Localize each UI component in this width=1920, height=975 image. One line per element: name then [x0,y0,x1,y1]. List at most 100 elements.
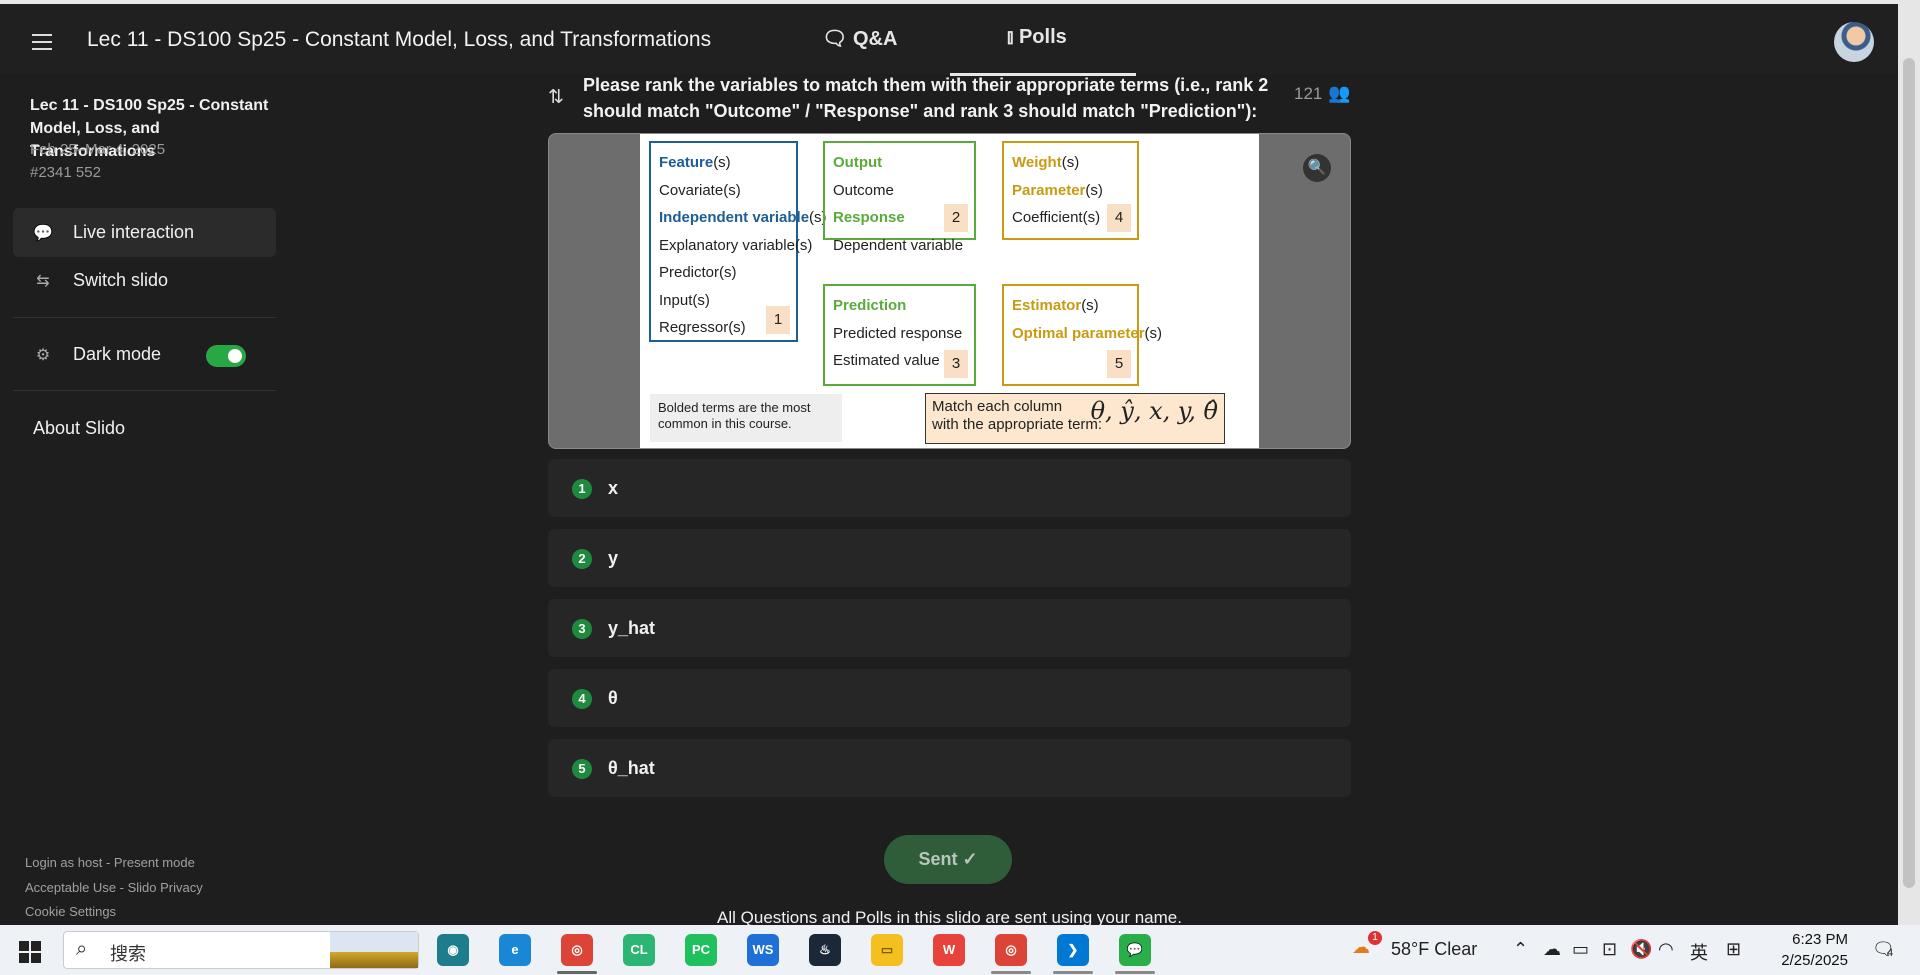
windows-start-icon[interactable] [19,941,41,963]
chat-icon: 🗨 [822,28,853,50]
term-line: Estimator(s) [1012,297,1099,314]
participants-icon: 👥 [1328,83,1351,103]
match-note: Match each column with the appropriate t… [925,393,1225,444]
event-code: #2341 552 [30,164,101,181]
sidebar-item-label: Live interaction [73,222,195,242]
weather-icon[interactable]: ☁ [1352,937,1370,958]
rank-number: 1 [766,306,790,334]
chevron-up-icon[interactable]: ⌃ [1513,939,1528,960]
zoom-icon[interactable]: 🔍 [1303,154,1331,182]
running-app-indicator [1053,971,1093,974]
term-line: Output [833,154,883,171]
sidebar-item-live-interaction[interactable]: 💬 Live interaction [13,208,276,257]
pycharm-icon[interactable]: PC [685,934,717,966]
option-label: θ [608,688,618,708]
running-app-indicator [991,971,1031,974]
poll-question: Please rank the variables to match them … [583,75,1269,121]
rank-number: 4 [1107,204,1131,232]
sidebar-item-label: Switch slido [73,270,169,290]
option-label: x [608,478,619,498]
tab-polls[interactable]: ⫾ Polls [1007,26,1067,49]
login-host-link[interactable]: Login as host - Present mode [25,855,195,870]
onedrive-icon[interactable]: ☁ [1543,939,1561,960]
taskbar-search[interactable]: ⌕ 搜索 [63,931,419,969]
rank-option[interactable]: 4 θ [548,669,1351,727]
clock-time: 6:23 PM [1792,931,1848,948]
search-highlight-image [330,932,418,968]
slide-image: Feature(s) Covariate(s) Independent variab… [640,134,1259,448]
rank-option[interactable]: 5 θ_hat [548,739,1351,797]
steam-icon[interactable]: ♨ [809,934,841,966]
term-line: Outcome [833,181,894,199]
dark-mode-toggle[interactable] [206,345,246,367]
dark-mode-label: Dark mode [73,344,162,364]
term-line: Dependent variable [833,236,964,254]
weather-text[interactable]: 58°F Clear [1391,939,1477,960]
participant-count: 121 [1294,84,1323,103]
chrome-alt-icon[interactable]: ◎ [995,934,1027,966]
prediction-column: Prediction Predicted response Estimated va… [823,284,976,386]
rank-badge: 1 [572,479,592,499]
volume-muted-icon[interactable]: 🔇 [1630,939,1652,960]
divider [13,317,276,318]
term-line: Explanatory variable(s) [659,236,813,254]
about-slido-link[interactable]: About Slido [33,418,125,439]
poll-image[interactable]: Feature(s) Covariate(s) Independent variab… [548,133,1351,449]
sent-button[interactable]: Sent ✓ [884,835,1012,884]
option-label: θ_hat [608,758,655,778]
weight-column: Weight(s) Parameter(s) Coefficient(s) 4 [1002,141,1139,240]
chrome-icon[interactable]: ◎ [561,934,593,966]
rank-badge: 2 [572,549,592,569]
search-icon: ⌕ [76,938,88,960]
active-app-indicator [557,971,597,974]
taskbar: ⌕ 搜索 ◉ e ◎ CL PC WS ♨ ▭ W ◎ ❯ 💬 ☁ 1 58°F… [0,925,1920,975]
rank-number: 2 [944,204,968,232]
wechat-icon[interactable]: 💬 [1119,934,1151,966]
webstorm-icon[interactable]: WS [747,934,779,966]
bold-terms-note: Bolded terms are the most common in this… [650,394,842,442]
ime-mode-icon[interactable]: ⊞ [1726,939,1741,960]
math-terms: θ, ŷ, x, y, θ̂ [1090,397,1218,425]
running-app-indicator [1115,971,1155,974]
term-line: Feature(s) [659,154,731,171]
rank-number: 3 [944,350,968,378]
scrollbar-thumb[interactable] [1903,58,1915,888]
term-line: Parameter(s) [1012,181,1103,199]
avatar[interactable] [1834,22,1874,62]
ime-indicator[interactable]: 英 [1690,939,1708,965]
cookie-settings-link[interactable]: Cookie Settings [25,904,116,919]
term-line: Predicted response [833,324,963,342]
meet-icon[interactable]: ⊡ [1602,939,1617,960]
option-label: y_hat [608,618,656,638]
tab-qa[interactable]: 🗨 Q&A [822,26,897,51]
term-line: Optimal parameter(s) [1012,324,1163,342]
clion-icon[interactable]: CL [623,934,655,966]
system-clock[interactable]: 6:23 PM 2/25/2025 [1768,929,1848,971]
wps-icon[interactable]: W [933,934,965,966]
wifi-icon[interactable]: ◠ [1658,939,1674,960]
vscode-icon[interactable]: ❯ [1057,934,1089,966]
memory-icon[interactable]: ◉ [437,934,469,966]
rank-badge: 4 [572,689,592,709]
sidebar-item-switch-slido[interactable]: ⇆ Switch slido [13,256,276,305]
term-line: Prediction [833,297,907,314]
file-explorer-icon[interactable]: ▭ [871,934,903,966]
top-bar: Lec 11 - DS100 Sp25 - Constant Model, Lo… [0,0,1898,76]
term-line: Weight(s) [1012,154,1080,171]
event-dates: Feb 25–Mar 4, 2025 [30,141,166,158]
privacy-link[interactable]: Acceptable Use - Slido Privacy [25,880,203,895]
sort-icon: ⇅ [548,87,564,108]
rank-badge: 5 [572,759,592,779]
rank-option[interactable]: 1 x [548,459,1351,517]
battery-icon[interactable]: ▭ [1572,939,1589,960]
rank-option[interactable]: 3 y_hat [548,599,1351,657]
clock-date: 2/25/2025 [1781,952,1848,969]
estimator-terms: Estimator(s) Optimal parameter(s) [1012,292,1163,347]
tab-polls-label: Polls [1018,26,1067,48]
feature-column: Feature(s) Covariate(s) Independent variab… [649,141,827,342]
swap-icon: ⇆ [36,272,50,290]
menu-icon[interactable] [32,34,52,50]
rank-option[interactable]: 2 y [548,529,1351,587]
edge-icon[interactable]: e [499,934,531,966]
option-label: y [608,548,619,568]
